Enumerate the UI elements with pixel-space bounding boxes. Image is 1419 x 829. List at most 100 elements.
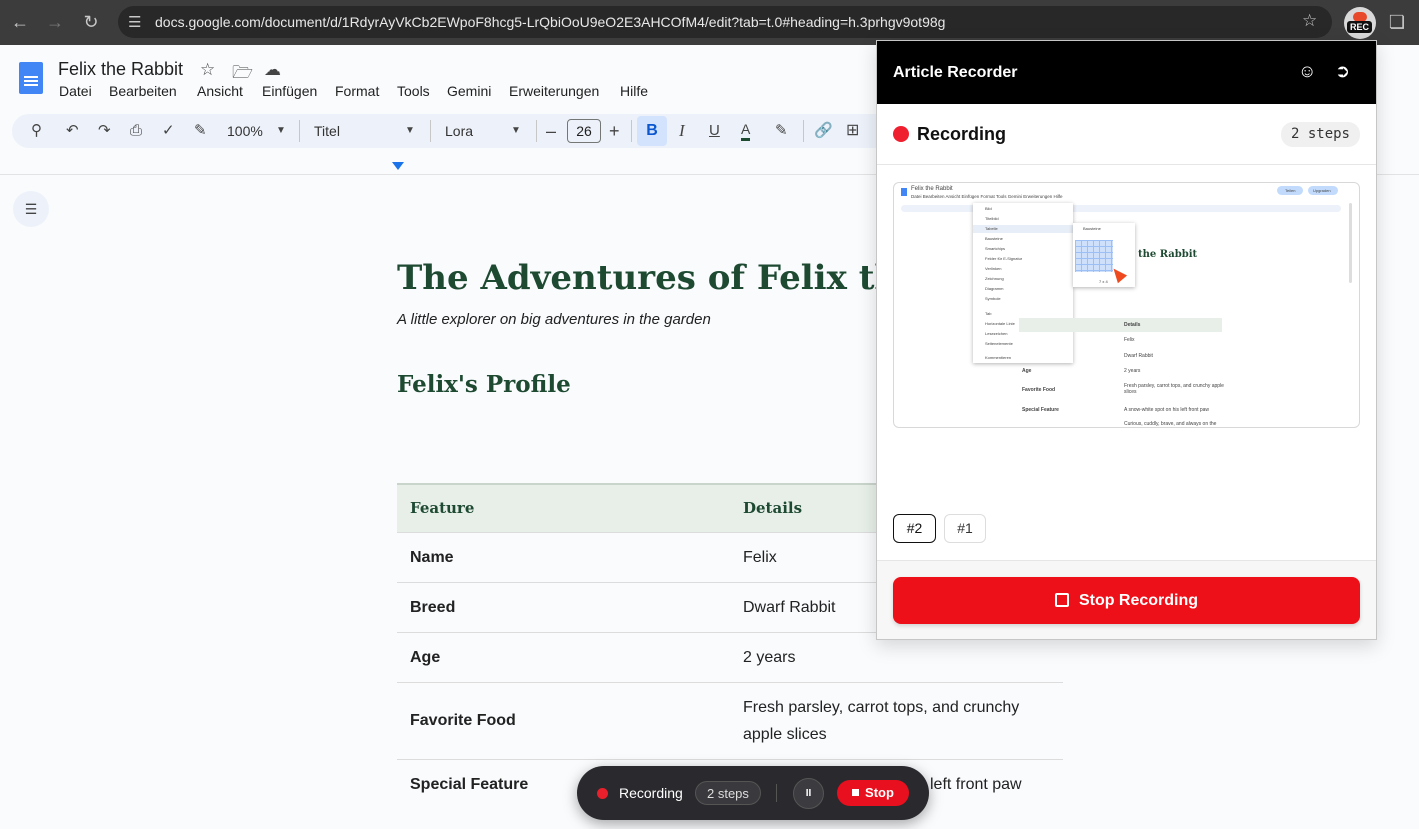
preview-table-key: Special Feature (1022, 407, 1059, 413)
preview-table-header-label: Details (1124, 322, 1141, 328)
bold-button[interactable]: B (637, 116, 667, 146)
increase-font-size-icon[interactable]: + (609, 121, 620, 141)
pill-stop-button[interactable]: Stop (837, 780, 909, 806)
toolbar-divider (536, 120, 537, 142)
zoom-chevron-down-icon[interactable]: ▼ (276, 121, 286, 141)
ruler-indent-marker[interactable] (392, 162, 404, 170)
italic-button[interactable]: I (679, 121, 685, 141)
preview-table-value: 2 years (1124, 368, 1141, 374)
style-chevron-down-icon[interactable]: ▼ (405, 121, 415, 141)
table-header-feature[interactable]: Feature (397, 483, 730, 532)
preview-menu-item: Bausteine (985, 236, 1003, 241)
address-bar[interactable]: ☰ docs.google.com/document/d/1RdyrAyVkCb… (118, 6, 1332, 38)
preview-insert-menu: Bild Titelbild Tabelle Bausteine Smartch… (973, 203, 1073, 363)
paragraph-style-select[interactable]: Titel (314, 121, 340, 141)
preview-menu-item: Smartchips (985, 246, 1006, 251)
text-color-button[interactable]: A (741, 121, 751, 141)
preview-upgrade-button: Upgraden (1308, 186, 1338, 195)
add-comment-icon[interactable]: ⊞ (846, 121, 859, 141)
menu-ansicht[interactable]: Ansicht (197, 83, 243, 99)
extensions-puzzle-icon[interactable]: ❏ (1385, 10, 1409, 34)
pill-steps-badge: 2 steps (695, 781, 761, 805)
font-select[interactable]: Lora (445, 121, 473, 141)
search-menus-icon[interactable]: ⚲ (31, 121, 42, 141)
font-chevron-down-icon[interactable]: ▼ (511, 121, 521, 141)
preview-menu: Datei Bearbeiten Ansicht Einfügen Format… (911, 194, 1063, 199)
table-cell-key[interactable]: Name (397, 531, 730, 582)
recording-status-label: Recording (917, 124, 1007, 144)
document-title[interactable]: Felix the Rabbit (58, 59, 183, 80)
menu-bearbeiten[interactable]: Bearbeiten (109, 83, 177, 99)
preview-toolbar (901, 205, 1341, 212)
forward-arrow-icon[interactable]: → (43, 10, 67, 34)
preview-docs-logo-icon (901, 188, 907, 196)
table-cell-key[interactable]: Breed (397, 581, 730, 632)
user-account-icon[interactable]: ☺ (1298, 61, 1316, 82)
underline-button[interactable]: U (709, 121, 720, 141)
pause-button[interactable]: II (793, 778, 824, 809)
preview-menu-item: Felder für E-Signatur (985, 256, 1023, 261)
stop-recording-label: Stop Recording (1078, 592, 1199, 609)
zoom-select[interactable]: 100% (227, 121, 263, 141)
toolbar-divider (430, 120, 431, 142)
toolbar-divider (631, 120, 632, 142)
star-icon[interactable]: ☆ (200, 60, 215, 80)
document-outline-icon[interactable]: ☰ (13, 191, 49, 227)
decrease-font-size-icon[interactable]: – (546, 121, 556, 141)
preview-table-header (1019, 318, 1222, 332)
font-size-input[interactable]: 26 (567, 119, 601, 143)
print-icon[interactable]: ⎙ (130, 121, 142, 141)
undo-icon[interactable]: ↶ (66, 121, 79, 141)
sign-out-icon[interactable]: ➲ (1335, 61, 1350, 82)
table-row: Favorite Food Fresh parsley, carrot tops… (397, 681, 1063, 759)
reload-icon[interactable]: ↻ (79, 10, 103, 34)
preview-menu-item: Verlinken (985, 266, 1002, 271)
table-cell-key[interactable]: Age (397, 631, 730, 682)
stop-square-icon (852, 789, 860, 796)
step-button-1[interactable]: #1 (944, 514, 986, 543)
recording-control-pill: Recording 2 steps II Stop (577, 766, 929, 820)
menu-hilfe[interactable]: Hilfe (620, 83, 648, 99)
preview-table-value: Felix (1124, 337, 1135, 343)
menu-erweiterungen[interactable]: Erweiterungen (509, 83, 599, 99)
recording-dot-icon (597, 788, 608, 799)
recording-status-row: Recording 2 steps (877, 104, 1376, 165)
spellcheck-icon[interactable]: ✓ (162, 121, 175, 141)
pill-recording-label: Recording (619, 785, 683, 801)
preview-table-key: Age (1022, 368, 1032, 374)
article-recorder-panel: Article Recorder ☺ ➲ Recording 2 steps F… (876, 40, 1377, 640)
url-text: docs.google.com/document/d/1RdyrAyVkCb2E… (155, 14, 946, 30)
menu-einfuegen[interactable]: Einfügen (262, 83, 317, 99)
table-cell-key[interactable]: Favorite Food (397, 681, 730, 759)
paint-format-icon[interactable]: ✎ (194, 121, 207, 141)
document-subtitle[interactable]: A little explorer on big adventures in t… (397, 311, 711, 328)
back-arrow-icon[interactable]: ← (8, 10, 32, 34)
cloud-saved-icon[interactable]: ☁ (264, 60, 281, 80)
redo-icon[interactable]: ↷ (98, 121, 111, 141)
menu-tools[interactable]: Tools (397, 83, 430, 99)
preview-menu-item: Tab (985, 311, 992, 316)
recording-dot-icon (893, 126, 909, 142)
preview-table-value: Dwarf Rabbit (1124, 353, 1153, 359)
step-button-2[interactable]: #2 (893, 514, 936, 543)
section-title[interactable]: Felix's Profile (397, 371, 571, 398)
highlight-pen-icon[interactable]: ✎ (775, 121, 788, 141)
pill-stop-label: Stop (865, 785, 894, 800)
menu-gemini[interactable]: Gemini (447, 83, 491, 99)
insert-link-icon[interactable]: 🔗 (814, 121, 833, 141)
bookmark-star-icon[interactable]: ☆ (1302, 11, 1317, 31)
menu-format[interactable]: Format (335, 83, 379, 99)
stop-recording-button[interactable]: Stop Recording (893, 577, 1360, 624)
toolbar-divider (803, 120, 804, 142)
step-screenshot-preview[interactable]: Felix the Rabbit Datei Bearbeiten Ansich… (893, 182, 1360, 428)
site-info-icon[interactable]: ☰ (128, 13, 141, 31)
panel-footer: Stop Recording (877, 560, 1376, 639)
preview-heading: the Rabbit (1138, 249, 1198, 260)
preview-menu-item: Kommentieren (985, 355, 1012, 360)
menu-datei[interactable]: Datei (59, 83, 92, 99)
preview-menu-item: Symbole (985, 296, 1001, 301)
preview-menu-item: Bild (985, 206, 992, 211)
table-cell-value[interactable]: Fresh parsley, carrot tops, and crunchy … (730, 681, 1063, 759)
docs-logo-icon[interactable] (19, 62, 43, 94)
pill-divider (776, 784, 777, 802)
